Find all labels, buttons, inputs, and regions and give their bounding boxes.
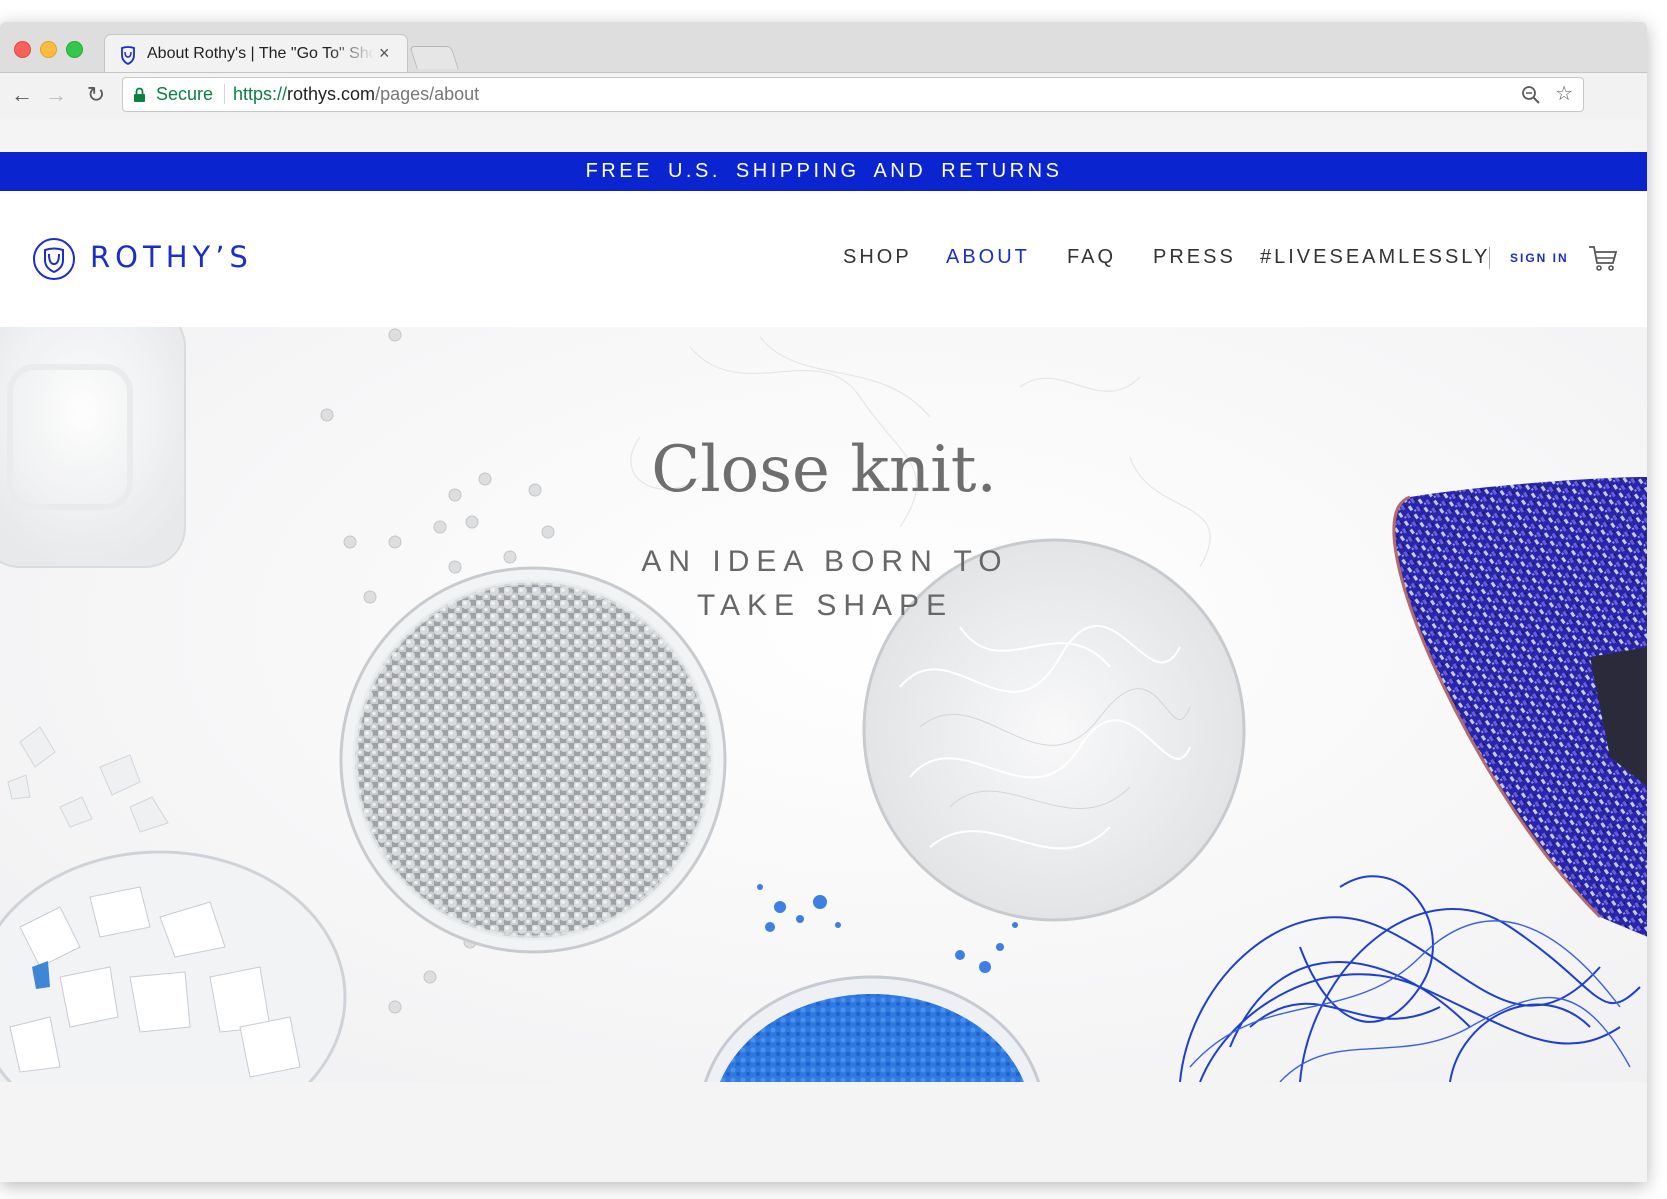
new-tab-button[interactable] bbox=[409, 46, 459, 69]
tab-title: About Rothy's | The "Go To" Shoe bbox=[147, 45, 375, 62]
browser-window: About Rothy's | The "Go To" Shoe × ← → ↻… bbox=[0, 22, 1647, 1182]
tab-close-icon[interactable]: × bbox=[379, 43, 390, 63]
lock-icon bbox=[134, 87, 145, 102]
rothys-logo-icon bbox=[33, 238, 75, 280]
url-text: https://rothys.com/pages/about bbox=[233, 84, 479, 104]
reload-icon[interactable]: ↻ bbox=[82, 81, 110, 109]
url-host: rothys.com bbox=[287, 84, 376, 104]
zoom-out-icon[interactable] bbox=[1521, 85, 1541, 105]
zoom-window-button[interactable] bbox=[66, 41, 83, 58]
hero-section: Close knit. AN IDEA BORN TO TAKE SHAPE bbox=[0, 327, 1647, 1082]
site-header: ROTHY’S SHOP ABOUT FAQ PRESS #LIVESEAMLE… bbox=[0, 191, 1647, 327]
minimize-window-button[interactable] bbox=[40, 41, 57, 58]
logo-wordmark: ROTHY’S bbox=[90, 240, 253, 274]
bookmark-star-icon[interactable]: ☆ bbox=[1555, 83, 1573, 105]
address-bar[interactable]: Secure https://rothys.com/pages/about ☆ bbox=[122, 77, 1584, 112]
url-path: /pages/about bbox=[375, 84, 480, 104]
rothys-favicon-icon bbox=[121, 46, 135, 65]
nav-liveseamlessly[interactable]: #LIVESEAMLESSLY bbox=[1260, 246, 1490, 269]
forward-icon[interactable]: → bbox=[42, 81, 70, 109]
address-divider bbox=[224, 84, 225, 104]
close-window-button[interactable] bbox=[14, 41, 31, 58]
tab-strip: About Rothy's | The "Go To" Shoe × bbox=[0, 22, 1647, 73]
nav-faq[interactable]: FAQ bbox=[1067, 246, 1116, 269]
hero-subtitle: AN IDEA BORN TO TAKE SHAPE bbox=[641, 545, 1009, 622]
browser-toolbar: ← → ↻ Secure https://rothys.com/pages/ab… bbox=[0, 72, 1647, 119]
back-icon[interactable]: ← bbox=[8, 81, 36, 109]
nav-press[interactable]: PRESS bbox=[1153, 246, 1236, 269]
security-label: Secure bbox=[156, 84, 214, 104]
hero-title: Close knit. bbox=[651, 433, 997, 507]
nav-divider bbox=[1489, 247, 1490, 269]
promo-banner: FREE U.S. SHIPPING AND RETURNS bbox=[0, 152, 1647, 191]
cart-icon[interactable] bbox=[1588, 244, 1618, 272]
nav-shop[interactable]: SHOP bbox=[843, 246, 912, 269]
sign-in-link[interactable]: SIGN IN bbox=[1510, 251, 1569, 265]
page-viewport: FREE U.S. SHIPPING AND RETURNS ROTHY’S S… bbox=[0, 152, 1647, 1182]
browser-tab-active[interactable]: About Rothy's | The "Go To" Shoe × bbox=[104, 34, 408, 73]
url-scheme: https:// bbox=[233, 84, 288, 104]
nav-about[interactable]: ABOUT bbox=[946, 246, 1030, 269]
